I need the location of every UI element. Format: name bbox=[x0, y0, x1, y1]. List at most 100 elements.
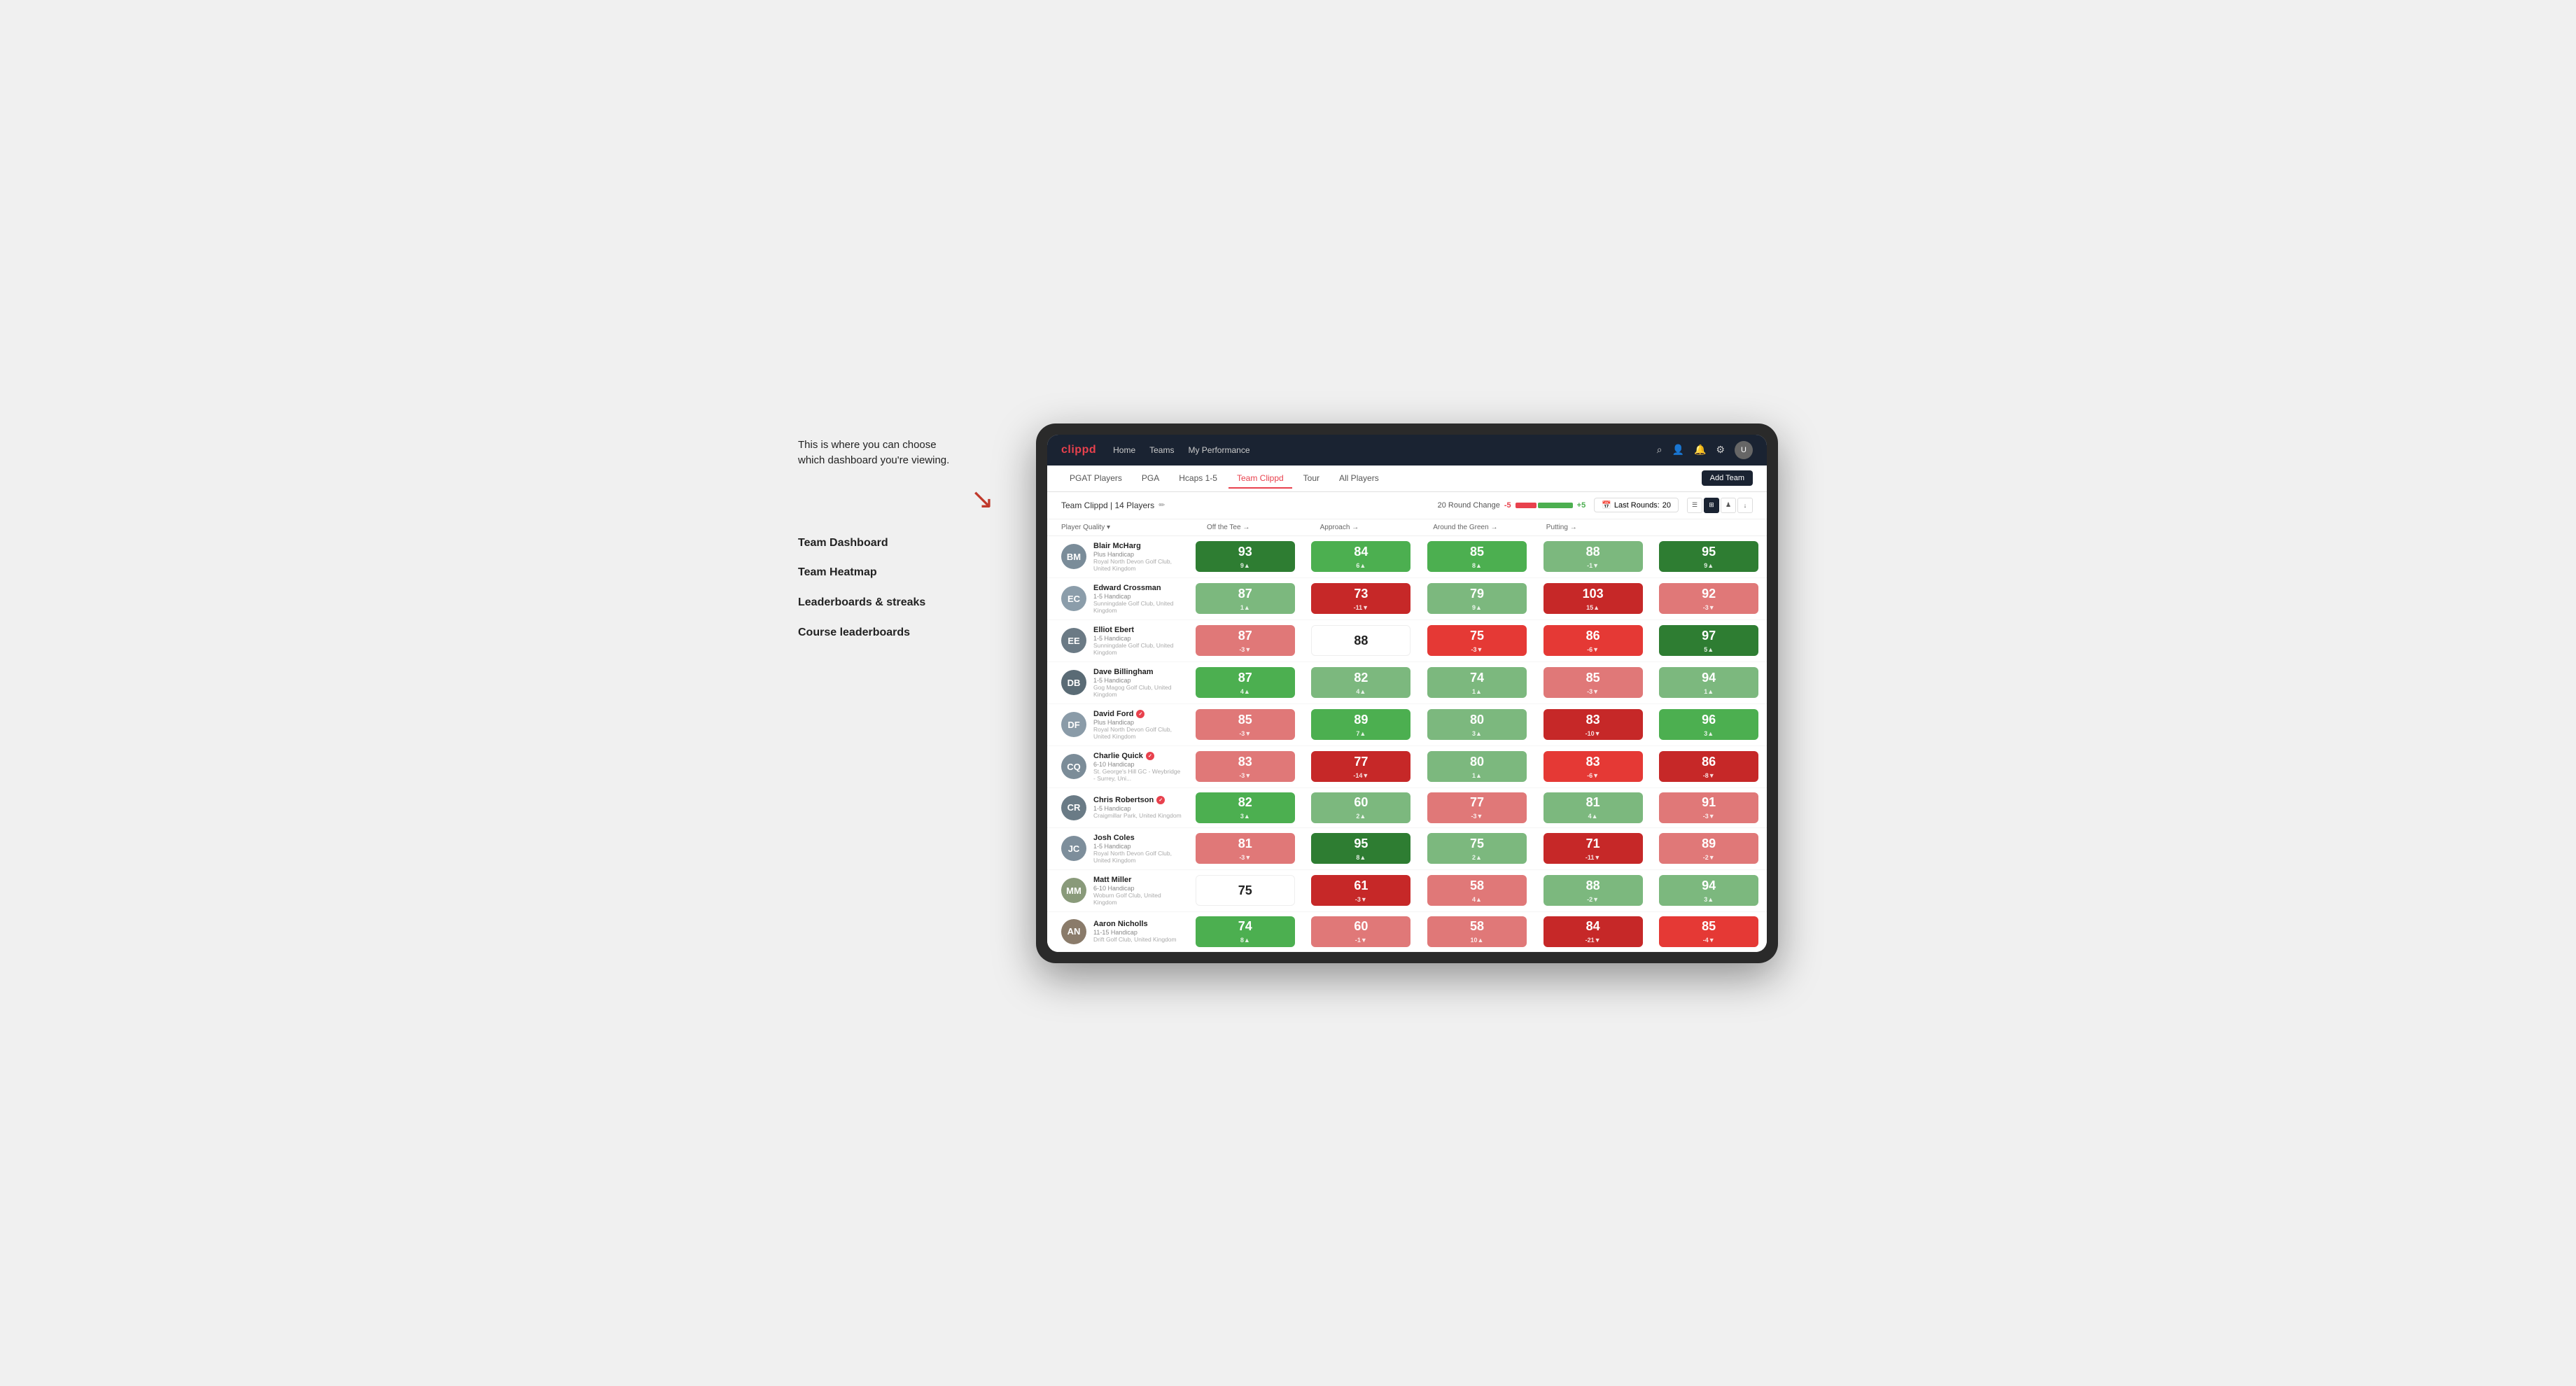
player-row[interactable]: CRChris Robertson✓1-5 HandicapCraigmilla… bbox=[1047, 788, 1767, 828]
view-grid-button[interactable]: ⊞ bbox=[1704, 498, 1719, 513]
score-box: 84-21▼ bbox=[1544, 916, 1643, 947]
person-icon[interactable]: 👤 bbox=[1672, 444, 1684, 456]
score-value: 74 bbox=[1470, 671, 1484, 685]
tab-pga[interactable]: PGA bbox=[1133, 469, 1168, 489]
score-value: 60 bbox=[1354, 919, 1368, 934]
player-handicap: 1-5 Handicap bbox=[1093, 805, 1182, 812]
score-box: 959▲ bbox=[1659, 541, 1758, 572]
arrow-container: ↘ bbox=[798, 483, 994, 515]
score-change: 1▲ bbox=[1240, 604, 1250, 611]
score-change: 4▲ bbox=[1356, 688, 1366, 695]
add-team-button[interactable]: Add Team bbox=[1702, 470, 1753, 486]
score-change: -3▼ bbox=[1587, 688, 1599, 695]
bell-icon[interactable]: 🔔 bbox=[1694, 444, 1706, 456]
score-cell-6-2: 77-3▼ bbox=[1419, 788, 1535, 827]
score-change: 2▲ bbox=[1356, 813, 1366, 820]
score-inner: 60-1▼ bbox=[1354, 919, 1368, 944]
score-value: 75 bbox=[1470, 836, 1484, 851]
player-handicap: 1-5 Handicap bbox=[1093, 593, 1182, 600]
score-inner: 81-3▼ bbox=[1238, 836, 1252, 861]
tab-hcaps[interactable]: Hcaps 1-5 bbox=[1170, 469, 1226, 489]
player-details: Blair McHargPlus HandicapRoyal North Dev… bbox=[1093, 542, 1182, 572]
player-row[interactable]: CQCharlie Quick✓6-10 HandicapSt. George'… bbox=[1047, 746, 1767, 788]
score-value: 82 bbox=[1354, 671, 1368, 685]
score-inner: 77-14▼ bbox=[1353, 755, 1368, 779]
score-change: -3▼ bbox=[1239, 730, 1251, 737]
settings-icon[interactable]: ⚙ bbox=[1716, 444, 1725, 456]
score-main: 71 bbox=[1586, 836, 1600, 851]
tab-all-players[interactable]: All Players bbox=[1331, 469, 1387, 489]
last-rounds-button[interactable]: 📅 Last Rounds: 20 bbox=[1594, 498, 1679, 512]
nav-link-performance[interactable]: My Performance bbox=[1188, 442, 1250, 458]
score-box: 75-3▼ bbox=[1427, 625, 1527, 656]
score-value: 81 bbox=[1238, 836, 1252, 851]
score-value: 91 bbox=[1702, 795, 1716, 810]
player-name: Dave Billingham bbox=[1093, 668, 1182, 676]
avatar: JC bbox=[1061, 836, 1086, 861]
score-value: 58 bbox=[1470, 878, 1484, 893]
score-change: -10▼ bbox=[1586, 730, 1601, 737]
col-header-player: Player Quality ▾ bbox=[1061, 524, 1201, 531]
col-label-tee[interactable]: Off the Tee → bbox=[1207, 524, 1250, 531]
score-change: 6▲ bbox=[1356, 562, 1366, 569]
col-header-atg: Around the Green → bbox=[1427, 524, 1541, 531]
nav-link-teams[interactable]: Teams bbox=[1149, 442, 1174, 458]
view-list-button[interactable]: ☰ bbox=[1687, 498, 1702, 513]
view-download-button[interactable]: ↓ bbox=[1737, 498, 1753, 513]
score-value: 73 bbox=[1354, 587, 1368, 601]
nav-link-home[interactable]: Home bbox=[1113, 442, 1135, 458]
view-card-button[interactable]: ♟ bbox=[1721, 498, 1736, 513]
col-label-approach[interactable]: Approach → bbox=[1320, 524, 1359, 531]
score-box: 73-11▼ bbox=[1311, 583, 1410, 614]
col-label-player[interactable]: Player Quality ▾ bbox=[1061, 524, 1110, 531]
score-cell-7-3: 71 -11▼ bbox=[1535, 828, 1651, 869]
nav-logo: clippd bbox=[1061, 444, 1096, 456]
col-label-putting[interactable]: Putting → bbox=[1546, 524, 1577, 531]
search-icon[interactable]: ⌕ bbox=[1657, 444, 1662, 456]
score-box: 92-3▼ bbox=[1659, 583, 1758, 614]
player-info-6: CRChris Robertson✓1-5 HandicapCraigmilla… bbox=[1047, 790, 1187, 826]
score-box: 88 bbox=[1311, 625, 1410, 656]
score-main: 85 bbox=[1702, 919, 1716, 934]
score-change: -3▼ bbox=[1471, 813, 1483, 820]
score-value: 81 bbox=[1586, 795, 1600, 810]
score-box: 88-2▼ bbox=[1544, 875, 1643, 906]
player-row[interactable]: MMMatt Miller6-10 HandicapWoburn Golf Cl… bbox=[1047, 870, 1767, 912]
tab-team-clippd[interactable]: Team Clippd bbox=[1228, 469, 1292, 489]
tablet-frame: clippd Home Teams My Performance ⌕ 👤 🔔 ⚙… bbox=[1036, 424, 1778, 963]
score-cell-8-3: 88-2▼ bbox=[1535, 870, 1651, 911]
score-box: 91-3▼ bbox=[1659, 792, 1758, 823]
score-box: 801▲ bbox=[1427, 751, 1527, 782]
player-club: Sunningdale Golf Club, United Kingdom bbox=[1093, 600, 1182, 614]
col-label-atg[interactable]: Around the Green → bbox=[1433, 524, 1497, 531]
score-cell-6-4: 91-3▼ bbox=[1651, 788, 1767, 827]
player-row[interactable]: BMBlair McHargPlus HandicapRoyal North D… bbox=[1047, 536, 1767, 578]
score-value: 87 bbox=[1238, 587, 1252, 601]
nav-bar: clippd Home Teams My Performance ⌕ 👤 🔔 ⚙… bbox=[1047, 435, 1767, 465]
player-row[interactable]: ECEdward Crossman1-5 HandicapSunningdale… bbox=[1047, 578, 1767, 620]
score-main: 87 bbox=[1238, 587, 1252, 601]
score-change: -11▼ bbox=[1586, 854, 1600, 861]
player-row[interactable]: ANAaron Nicholls11-15 HandicapDrift Golf… bbox=[1047, 912, 1767, 952]
score-main: 85 bbox=[1238, 713, 1252, 727]
score-inner: 85-3▼ bbox=[1238, 713, 1252, 737]
tab-pgat-players[interactable]: PGAT Players bbox=[1061, 469, 1130, 489]
player-row[interactable]: EEElliot Ebert1-5 HandicapSunningdale Go… bbox=[1047, 620, 1767, 662]
score-main: 73 bbox=[1354, 587, 1368, 601]
player-row[interactable]: JCJosh Coles1-5 HandicapRoyal North Devo… bbox=[1047, 828, 1767, 870]
score-change: -2▼ bbox=[1587, 896, 1599, 903]
score-value: 89 bbox=[1702, 836, 1716, 851]
score-main: 60 bbox=[1354, 795, 1368, 810]
score-cell-8-4: 943▲ bbox=[1651, 870, 1767, 911]
player-row[interactable]: DFDavid Ford✓Plus HandicapRoyal North De… bbox=[1047, 704, 1767, 746]
avatar[interactable]: U bbox=[1735, 441, 1753, 459]
score-box: 874▲ bbox=[1196, 667, 1295, 698]
tab-tour[interactable]: Tour bbox=[1295, 469, 1328, 489]
red-arrow-icon: ↘ bbox=[970, 483, 994, 515]
score-box: 824▲ bbox=[1311, 667, 1410, 698]
score-box: 943▲ bbox=[1659, 875, 1758, 906]
player-row[interactable]: DBDave Billingham1-5 HandicapGog Magog G… bbox=[1047, 662, 1767, 704]
score-inner: 85-3▼ bbox=[1586, 671, 1600, 695]
edit-icon[interactable]: ✏ bbox=[1158, 500, 1165, 510]
score-cell-9-1: 60-1▼ bbox=[1303, 912, 1420, 951]
